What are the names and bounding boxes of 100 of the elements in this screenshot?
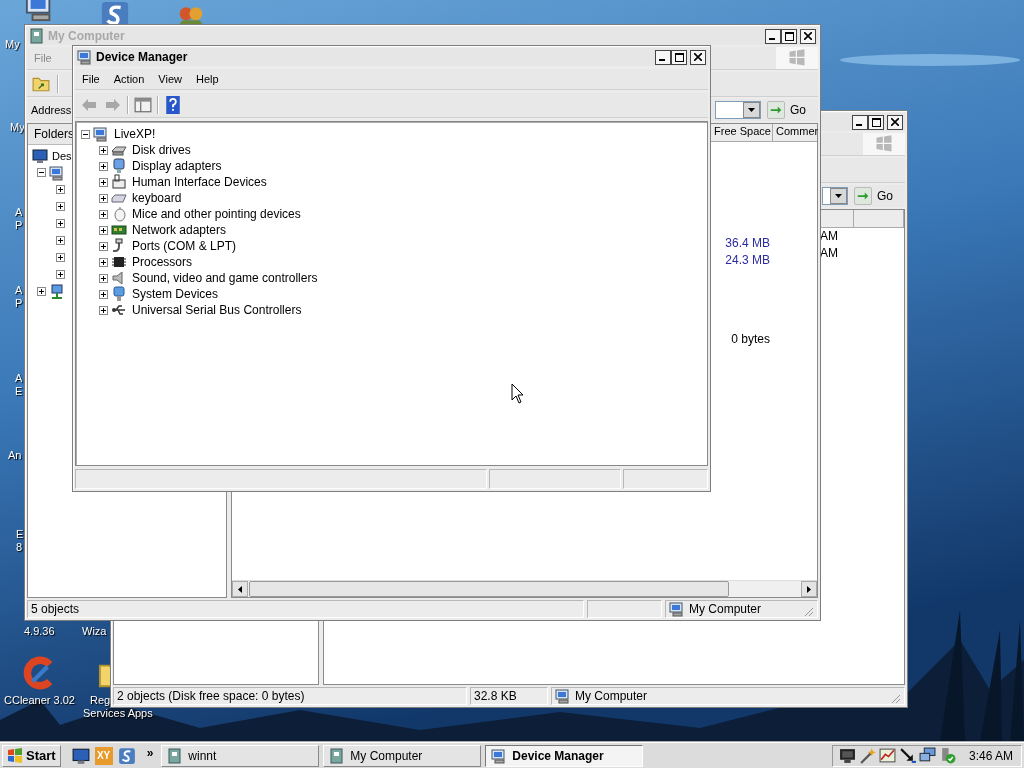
tree-item[interactable]: Processors [130,255,195,269]
expand-icon[interactable] [99,273,108,283]
expand-icon[interactable] [99,305,108,315]
start-button[interactable]: Start [2,744,61,767]
desktop-icon-label[interactable]: 8 [16,541,24,554]
chip-icon [111,254,127,270]
minimize-button[interactable] [852,114,868,130]
computer-icon [491,747,508,764]
horizontal-scrollbar[interactable] [232,580,817,597]
expand-icon[interactable] [99,145,108,155]
desktop-icon-label[interactable]: A [15,284,23,297]
menu-item[interactable]: Help [188,73,226,85]
taskbar-button[interactable]: winnt [161,744,320,767]
expand-icon[interactable] [99,289,108,299]
maximize-button[interactable] [671,49,687,65]
free-space-cell-text: 36.4 MB [724,235,770,252]
help-button[interactable] [163,95,183,115]
tree-item[interactable]: Ports (COM & LPT) [130,239,238,253]
show-tree-button[interactable] [133,95,153,115]
desktop-icon-label[interactable]: An [8,449,22,462]
desktop-icon [71,746,90,765]
tree-item[interactable]: Disk drives [130,143,193,157]
maximize-button[interactable] [868,114,884,130]
dropdown-button[interactable] [830,188,847,204]
flag-logo-icon [874,134,894,154]
desktop-icon-label[interactable]: Services Apps [83,707,153,720]
menu-item[interactable]: Action [106,73,152,85]
address-field[interactable] [715,101,761,119]
desktop-icon-label[interactable]: Wiza [82,625,107,638]
collapse-icon[interactable] [37,168,46,177]
desktop-icon-label[interactable]: P [15,219,23,232]
close-button[interactable] [800,28,816,44]
desktop-icon-label[interactable]: A [15,372,23,385]
desktop-icon-label[interactable]: P [15,297,23,310]
tree-item[interactable]: Network adapters [130,223,229,237]
tree-item[interactable]: Human Interface Devices [130,175,269,189]
desktop-icon-label[interactable]: Reg [90,694,111,707]
expand-icon[interactable] [99,193,108,203]
tree-item[interactable]: LiveXP! [112,127,158,141]
maximize-icon [674,52,684,62]
tree-item[interactable]: System Devices [130,287,221,301]
help-icon [164,96,182,114]
network-icon [49,283,65,300]
dropdown-button[interactable] [743,102,760,118]
maximize-icon [871,117,881,127]
go-button[interactable]: Go [852,186,903,206]
expand-icon[interactable] [99,241,108,251]
address-field[interactable] [822,187,848,205]
window-icon [329,747,346,764]
window-title: Device Manager [96,50,188,64]
resize-grip-icon [889,692,901,704]
tree-item[interactable]: keyboard [130,191,184,205]
close-button[interactable] [690,49,706,65]
tree-item[interactable]: Sound, video and game controllers [130,271,320,285]
cursor-icon [511,383,525,405]
mouse-icon [111,206,127,222]
expand-icon[interactable] [99,161,108,171]
desktop-icon-label[interactable]: 4.9.36 [24,625,55,638]
go-button[interactable]: Go [765,100,816,120]
expand-icon[interactable] [56,236,65,245]
close-icon [694,53,702,61]
menu-item[interactable]: View [151,73,189,85]
scroll-right-icon[interactable] [807,585,811,593]
desktop-icon-label[interactable]: CCleaner 3.02 [4,694,75,707]
free-space-cell-text: 24.3 MB [724,252,770,269]
minimize-button[interactable] [765,28,781,44]
flag-logo-icon [787,48,807,68]
expand-icon[interactable] [99,177,108,187]
address-label: Address [31,104,72,116]
status-pane: 5 objects [27,600,584,618]
expand-icon[interactable] [56,202,65,211]
computer-icon [49,164,65,181]
tree-item[interactable]: Display adapters [130,159,224,173]
expand-icon[interactable] [56,185,65,194]
expand-icon[interactable] [56,270,65,279]
desktop-icon-label[interactable]: E [15,385,23,398]
desktop-icon-label[interactable]: A [15,206,23,219]
expand-icon[interactable] [56,219,65,228]
taskbar-button[interactable]: My Computer [323,744,482,767]
minimize-button[interactable] [655,49,671,65]
expand-icon[interactable] [99,225,108,235]
desktop-icon-label[interactable]: E [16,528,24,541]
computer-icon [93,126,109,142]
collapse-icon[interactable] [81,129,90,139]
taskbar-button[interactable]: Device Manager [485,744,644,767]
expand-icon[interactable] [99,209,108,219]
menu-item[interactable]: File [75,73,107,85]
expand-icon[interactable] [37,287,46,296]
column-header[interactable]: Commer [773,124,817,141]
expand-icon[interactable] [56,253,65,262]
maximize-button[interactable] [781,28,797,44]
tree-item[interactable]: Universal Serial Bus Controllers [130,303,304,317]
more-button[interactable]: » [146,745,154,760]
modified-cell: AM [820,229,838,243]
tree-item[interactable]: Des [51,149,73,162]
tree-item[interactable]: Mice and other pointing devices [130,207,303,221]
close-button[interactable] [887,114,903,130]
expand-icon[interactable] [99,257,108,267]
computer-icon [669,601,685,617]
scroll-left-icon[interactable] [238,585,242,593]
